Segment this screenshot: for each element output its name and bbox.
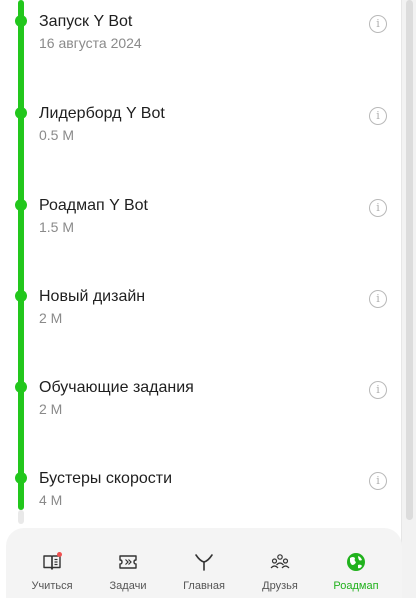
scrollbar-track[interactable] <box>401 0 416 598</box>
info-icon[interactable]: i <box>369 15 387 33</box>
roadmap-item-title: Лидерборд Y Bot <box>39 105 165 122</box>
timeline-dot <box>15 199 27 211</box>
nav-item-roadmap[interactable]: Роадмап <box>324 528 388 598</box>
roadmap-item-title: Запуск Y Bot <box>39 13 133 30</box>
nav-label: Друзья <box>262 580 298 592</box>
friends-icon <box>270 554 290 569</box>
roadmap-item-subtitle: 2 M <box>39 310 63 326</box>
roadmap-item: Запуск Y Bot 16 августа 2024 i <box>0 13 400 73</box>
roadmap-item-title: Роадмап Y Bot <box>39 197 148 214</box>
nav-item-home[interactable]: Главная <box>172 528 236 598</box>
roadmap-item-subtitle: 1.5 M <box>39 219 75 235</box>
timeline-dot <box>15 107 27 119</box>
roadmap-item-subtitle: 2 M <box>39 401 63 417</box>
info-icon[interactable]: i <box>369 107 387 125</box>
roadmap-item: Новый дизайн 2 M i <box>0 288 400 348</box>
nav-item-tasks[interactable]: Задачи <box>96 528 160 598</box>
roadmap-item-title: Бустеры скорости <box>39 470 172 487</box>
globe-icon <box>347 553 365 571</box>
roadmap-item-subtitle: 16 августа 2024 <box>39 35 142 51</box>
roadmap-item-title: Новый дизайн <box>39 288 146 305</box>
notification-badge <box>57 552 62 557</box>
info-icon[interactable]: i <box>369 472 387 490</box>
timeline-dot <box>15 472 27 484</box>
roadmap-item-subtitle: 4 M <box>39 492 63 508</box>
y-logo-icon <box>195 554 213 571</box>
roadmap-item-title: Обучающие задания <box>39 379 194 396</box>
roadmap-item: Обучающие задания 2 M i <box>0 379 400 439</box>
roadmap-item: Лидерборд Y Bot 0.5 M i <box>0 105 400 165</box>
nav-label: Задачи <box>109 580 147 592</box>
roadmap-item: Роадмап Y Bot 1.5 M i <box>0 197 400 257</box>
nav-item-friends[interactable]: Друзья <box>248 528 312 598</box>
nav-item-learn[interactable]: Учиться <box>20 528 84 598</box>
nav-label: Учиться <box>31 580 73 592</box>
roadmap-item-subtitle: 0.5 M <box>39 127 75 143</box>
timeline-dot <box>15 290 27 302</box>
bottom-navigation: Учиться Задачи Главная Друзья Роадмап <box>6 528 402 598</box>
nav-label: Роадмап <box>333 580 379 592</box>
timeline-dot <box>15 381 27 393</box>
info-icon[interactable]: i <box>369 381 387 399</box>
roadmap-item: Бустеры скорости 4 M i <box>0 470 400 530</box>
roadmap-screen: Запуск Y Bot 16 августа 2024 i Лидерборд… <box>0 0 416 598</box>
book-icon <box>43 552 62 570</box>
info-icon[interactable]: i <box>369 290 387 308</box>
info-icon[interactable]: i <box>369 199 387 217</box>
timeline-dot <box>15 15 27 27</box>
scrollbar-thumb[interactable] <box>406 0 413 520</box>
nav-label: Главная <box>183 580 225 592</box>
roadmap-timeline: Запуск Y Bot 16 августа 2024 i Лидерборд… <box>0 0 400 530</box>
ticket-icon <box>119 555 137 569</box>
